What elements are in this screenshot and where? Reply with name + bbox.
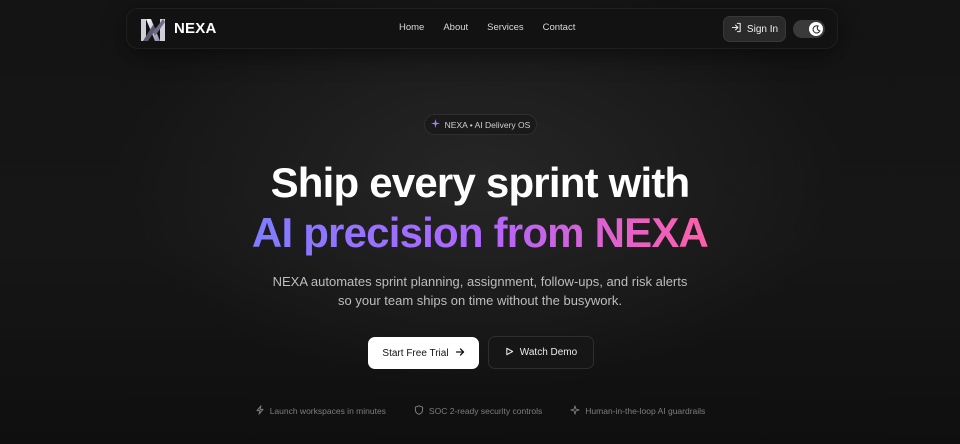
start-free-trial-button[interactable]: Start Free Trial — [368, 337, 479, 369]
nav-links: Home About Services Contact — [399, 22, 594, 33]
hero-subtitle-line2: so your team ships on time without the b… — [338, 293, 622, 308]
watch-demo-button[interactable]: Watch Demo — [488, 336, 594, 369]
badge-label: NEXA • AI Delivery OS — [444, 119, 531, 130]
nexa-logo-icon[interactable] — [139, 17, 167, 43]
feature-label: Launch workspaces in minutes — [269, 406, 386, 416]
top-navbar: NEXA Home About Services Contact Sign In — [126, 8, 838, 49]
feature-label: SOC 2-ready security controls — [428, 406, 543, 416]
start-free-trial-label: Start Free Trial — [382, 347, 449, 359]
play-icon — [505, 347, 514, 359]
sign-in-label: Sign In — [746, 23, 779, 35]
arrow-right-icon — [455, 347, 465, 360]
nav-link-contact[interactable]: Contact — [543, 22, 576, 33]
hero-headline-line1: Ship every sprint with — [270, 159, 691, 206]
moon-icon — [809, 22, 823, 36]
brand-name[interactable]: NEXA — [174, 20, 216, 37]
hero-subtitle: NEXA automates sprint planning, assignme… — [0, 272, 960, 310]
feature-item: SOC 2-ready security controls — [414, 405, 542, 417]
hero-headline-gradient-text: AI precision from NEXA — [251, 209, 709, 256]
nav-link-home[interactable]: Home — [399, 22, 424, 33]
feature-item: Launch workspaces in minutes — [255, 405, 386, 417]
feature-item: Human-in-the-loop AI guardrails — [570, 405, 705, 417]
bolt-icon — [255, 405, 265, 417]
nav-link-about[interactable]: About — [443, 22, 468, 33]
sparkle-icon — [570, 405, 580, 417]
watch-demo-label: Watch Demo — [519, 347, 578, 358]
nav-link-services[interactable]: Services — [487, 22, 523, 33]
sign-in-icon — [731, 22, 742, 36]
feature-label: Human-in-the-loop AI guardrails — [585, 406, 706, 416]
product-badge: NEXA • AI Delivery OS — [424, 114, 537, 135]
sign-in-button[interactable]: Sign In — [723, 16, 786, 42]
shield-icon — [414, 405, 424, 417]
hero-subtitle-line1: NEXA automates sprint planning, assignme… — [272, 274, 688, 289]
sparkle-icon — [430, 119, 440, 130]
hero-headline-line2: AI precision from NEXA — [0, 208, 960, 258]
feature-list: Launch workspaces in minutes SOC 2-ready… — [0, 405, 960, 417]
theme-toggle[interactable] — [793, 20, 825, 38]
